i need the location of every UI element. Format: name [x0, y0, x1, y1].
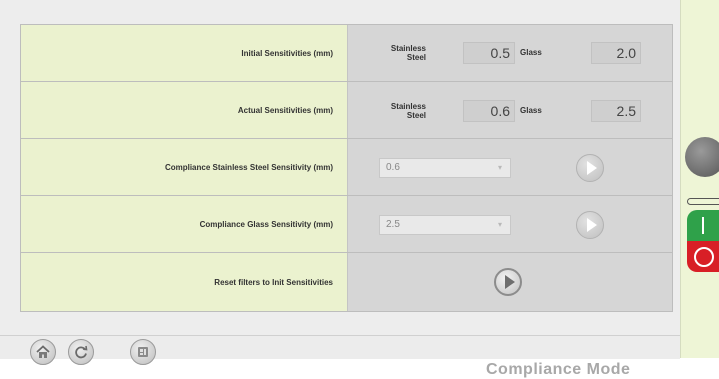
compliance-glass-values: 2.5 ▾ [348, 196, 672, 252]
start-icon [702, 217, 704, 234]
row-reset-filters: Reset filters to Init Sensitivities [21, 253, 672, 311]
initial-glass-value: 2.0 [591, 42, 641, 64]
initial-sensitivities-label: Initial Sensitivities (mm) [21, 25, 348, 81]
play-icon [586, 218, 597, 232]
row-compliance-steel: Compliance Stainless Steel Sensitivity (… [21, 139, 672, 196]
initial-glass-label: Glass [520, 48, 542, 57]
actual-steel-label-line2: Steel [406, 111, 426, 120]
reset-filters-values [348, 253, 672, 311]
bottom-toolbar: Compliance Mode [0, 335, 680, 378]
compliance-glass-label: Compliance Glass Sensitivity (mm) [21, 196, 348, 252]
initial-steel-label-line2: Steel [406, 53, 426, 62]
apply-glass-button[interactable] [576, 211, 604, 239]
actual-sensitivities-values: Stainless Steel 0.6 Glass 2.5 [348, 82, 672, 138]
compliance-steel-select[interactable]: 0.6 ▾ [379, 158, 511, 178]
stop-icon [694, 247, 714, 267]
stop-button[interactable] [687, 241, 719, 272]
chevron-down-icon: ▾ [497, 163, 502, 172]
play-icon [586, 161, 597, 175]
reset-filters-button[interactable] [494, 268, 522, 296]
compliance-glass-selected-value: 2.5 [386, 219, 400, 230]
status-indicator-icon [685, 137, 719, 177]
actual-glass-value: 2.5 [591, 100, 641, 122]
compliance-steel-label: Compliance Stainless Steel Sensitivity (… [21, 139, 348, 195]
initial-steel-value: 0.5 [463, 42, 515, 64]
row-actual-sensitivities: Actual Sensitivities (mm) Stainless Stee… [21, 82, 672, 139]
refresh-button[interactable] [68, 339, 94, 365]
actual-sensitivities-label: Actual Sensitivities (mm) [21, 82, 348, 138]
actual-steel-label-line1: Stainless [390, 102, 426, 111]
reset-filters-label: Reset filters to Init Sensitivities [21, 253, 348, 311]
row-initial-sensitivities: Initial Sensitivities (mm) Stainless Ste… [21, 25, 672, 82]
home-button[interactable] [30, 339, 56, 365]
initial-steel-label: Stainless Steel [378, 44, 426, 62]
actual-steel-value: 0.6 [463, 100, 515, 122]
initial-sensitivities-values: Stainless Steel 0.5 Glass 2.0 [348, 25, 672, 81]
play-icon [504, 275, 515, 289]
apply-steel-button[interactable] [576, 154, 604, 182]
settings-button[interactable] [130, 339, 156, 365]
actual-steel-label: Stainless Steel [378, 102, 426, 120]
initial-steel-label-line1: Stainless [390, 44, 426, 53]
mode-label: Compliance Mode [486, 361, 631, 378]
chevron-down-icon: ▾ [497, 220, 502, 229]
actual-glass-label: Glass [520, 106, 542, 115]
row-compliance-glass: Compliance Glass Sensitivity (mm) 2.5 ▾ [21, 196, 672, 253]
main-panel: Initial Sensitivities (mm) Stainless Ste… [0, 0, 680, 378]
toggle-switch[interactable] [687, 198, 719, 205]
start-button[interactable] [687, 210, 719, 241]
side-panel [680, 0, 719, 358]
sensitivity-table: Initial Sensitivities (mm) Stainless Ste… [20, 24, 673, 312]
compliance-glass-select[interactable]: 2.5 ▾ [379, 215, 511, 235]
compliance-steel-selected-value: 0.6 [386, 162, 400, 173]
compliance-steel-values: 0.6 ▾ [348, 139, 672, 195]
